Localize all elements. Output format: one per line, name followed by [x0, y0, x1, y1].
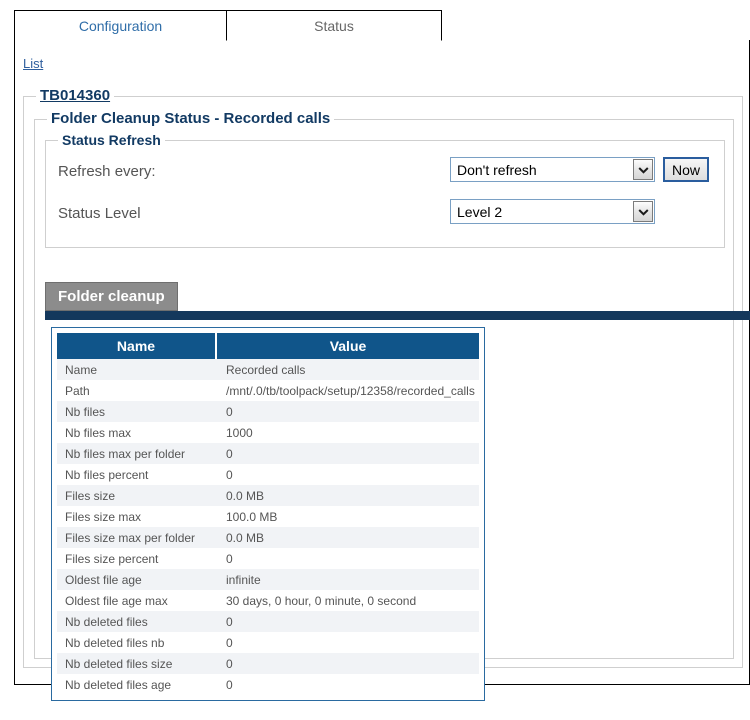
table-head: Name Value [57, 333, 479, 359]
status-level-row: Status Level Level 2 [46, 197, 724, 239]
cell-value: 1000 [216, 422, 479, 443]
table-row: Nb files max 1000 [57, 422, 479, 443]
cell-value: 0.0 MB [216, 485, 479, 506]
table-row: Nb files max per folder 0 [57, 443, 479, 464]
table-row: Oldest file age infinite [57, 569, 479, 590]
cell-name: Nb deleted files size [57, 653, 216, 674]
cell-value: infinite [216, 569, 479, 590]
folder-cleanup-tab-underline [45, 311, 750, 320]
table-row: Path/mnt/.0/tb/toolpack/setup/12358/reco… [57, 380, 479, 401]
table-row: Files size 0.0 MB [57, 485, 479, 506]
section-legend: Folder Cleanup Status - Recorded calls [47, 110, 335, 127]
cell-name: Nb files percent [57, 464, 216, 485]
cell-name: Name [57, 359, 216, 380]
cell-value: 0 [216, 653, 479, 674]
table-row: Oldest file age max 30 days, 0 hour, 0 mi… [57, 590, 479, 611]
cell-name: Path [57, 380, 216, 401]
status-level-label: Status Level [58, 205, 141, 222]
refresh-every-label: Refresh every: [58, 163, 156, 180]
cell-name: Oldest file age [57, 569, 216, 590]
table-row: Nb deleted files nb 0 [57, 632, 479, 653]
cell-name: Files size max [57, 506, 216, 527]
cell-value: /mnt/.0/tb/toolpack/setup/12358/recorded… [216, 380, 479, 401]
status-level-select[interactable]: Level 2 [450, 199, 655, 224]
cell-name: Files size percent [57, 548, 216, 569]
table-row: Nb files percent 0 [57, 464, 479, 485]
tab-configuration-label: Configuration [78, 17, 163, 34]
cell-value: 0 [216, 401, 479, 422]
app-window: Configuration Status List TB014360 Folde… [0, 0, 750, 720]
refresh-every-row: Refresh every: Don't refresh Now [46, 155, 724, 197]
cell-name: Nb deleted files age [57, 674, 216, 695]
table-row: Name Recorded calls [57, 359, 479, 380]
cell-value: 100.0 MB [216, 506, 479, 527]
column-header-value: Value [216, 333, 479, 359]
cell-value: 0 [216, 632, 479, 653]
table-row: Nb deleted files 0 [57, 611, 479, 632]
cell-name: Oldest file age max [57, 590, 216, 611]
device-legend: TB014360 [36, 87, 115, 104]
cell-value: 30 days, 0 hour, 0 minute, 0 second [216, 590, 479, 611]
table-row: Files size percent 0 [57, 548, 479, 569]
tab-status-label: Status [314, 17, 354, 34]
folder-cleanup-tabbar: Folder cleanup [45, 282, 750, 322]
table-row: Files size max 100.0 MB [57, 506, 479, 527]
cell-name: Files size max per folder [57, 527, 216, 548]
cell-name: Files size [57, 485, 216, 506]
cell-value: 0 [216, 674, 479, 695]
device-fieldset: TB014360 Folder Cleanup Status - Recorde… [23, 87, 750, 701]
table-row: Files size max per folder 0.0 MB [57, 527, 479, 548]
folder-cleanup-table: Name Value Name Recorded calls Path/mnt/.0… [57, 333, 479, 695]
folder-cleanup-status-fieldset: Folder Cleanup Status - Recorded calls S… [34, 110, 750, 701]
refresh-now-button[interactable]: Now [663, 157, 710, 182]
cell-value: 0 [216, 443, 479, 464]
table-body: Name Recorded calls Path/mnt/.0/tb/toolpac… [57, 359, 479, 695]
folder-cleanup-table-container: Name Value Name Recorded calls Path/mnt/.0… [51, 327, 485, 701]
refresh-interval-select[interactable]: Don't refresh [450, 157, 655, 182]
cell-name: Nb files max [57, 422, 216, 443]
cell-name: Nb files max per folder [57, 443, 216, 464]
table-row: Nb files 0 [57, 401, 479, 422]
active-tab-notch [227, 40, 441, 41]
tab-configuration[interactable]: Configuration [14, 10, 226, 41]
status-refresh-legend: Status Refresh [58, 132, 165, 148]
list-link[interactable]: List [23, 56, 43, 71]
refresh-interval-value: Don't refresh [457, 161, 537, 178]
main-tabbar: Configuration Status [0, 0, 750, 41]
cell-name: Nb files [57, 401, 216, 422]
cell-value: 0 [216, 464, 479, 485]
content-frame: List TB014360 Folder Cleanup Status - Re… [14, 40, 750, 701]
cell-value: Recorded calls [216, 359, 479, 380]
table-row: Nb deleted files age 0 [57, 674, 479, 695]
cell-value: 0 [216, 548, 479, 569]
table-header-row: Name Value [57, 333, 479, 359]
status-level-value: Level 2 [457, 203, 503, 220]
cell-value: 0 [216, 611, 479, 632]
status-refresh-fieldset: Status Refresh Refresh every: Don't refr… [45, 132, 725, 248]
tab-folder-cleanup[interactable]: Folder cleanup [45, 282, 178, 311]
cell-name: Nb deleted files nb [57, 632, 216, 653]
column-header-name: Name [57, 333, 217, 359]
tab-status[interactable]: Status [226, 10, 442, 41]
cell-name: Nb deleted files [57, 611, 216, 632]
chevron-down-icon [633, 201, 653, 222]
table-row: Nb deleted files size 0 [57, 653, 479, 674]
cell-value: 0.0 MB [216, 527, 479, 548]
chevron-down-icon [633, 159, 653, 180]
